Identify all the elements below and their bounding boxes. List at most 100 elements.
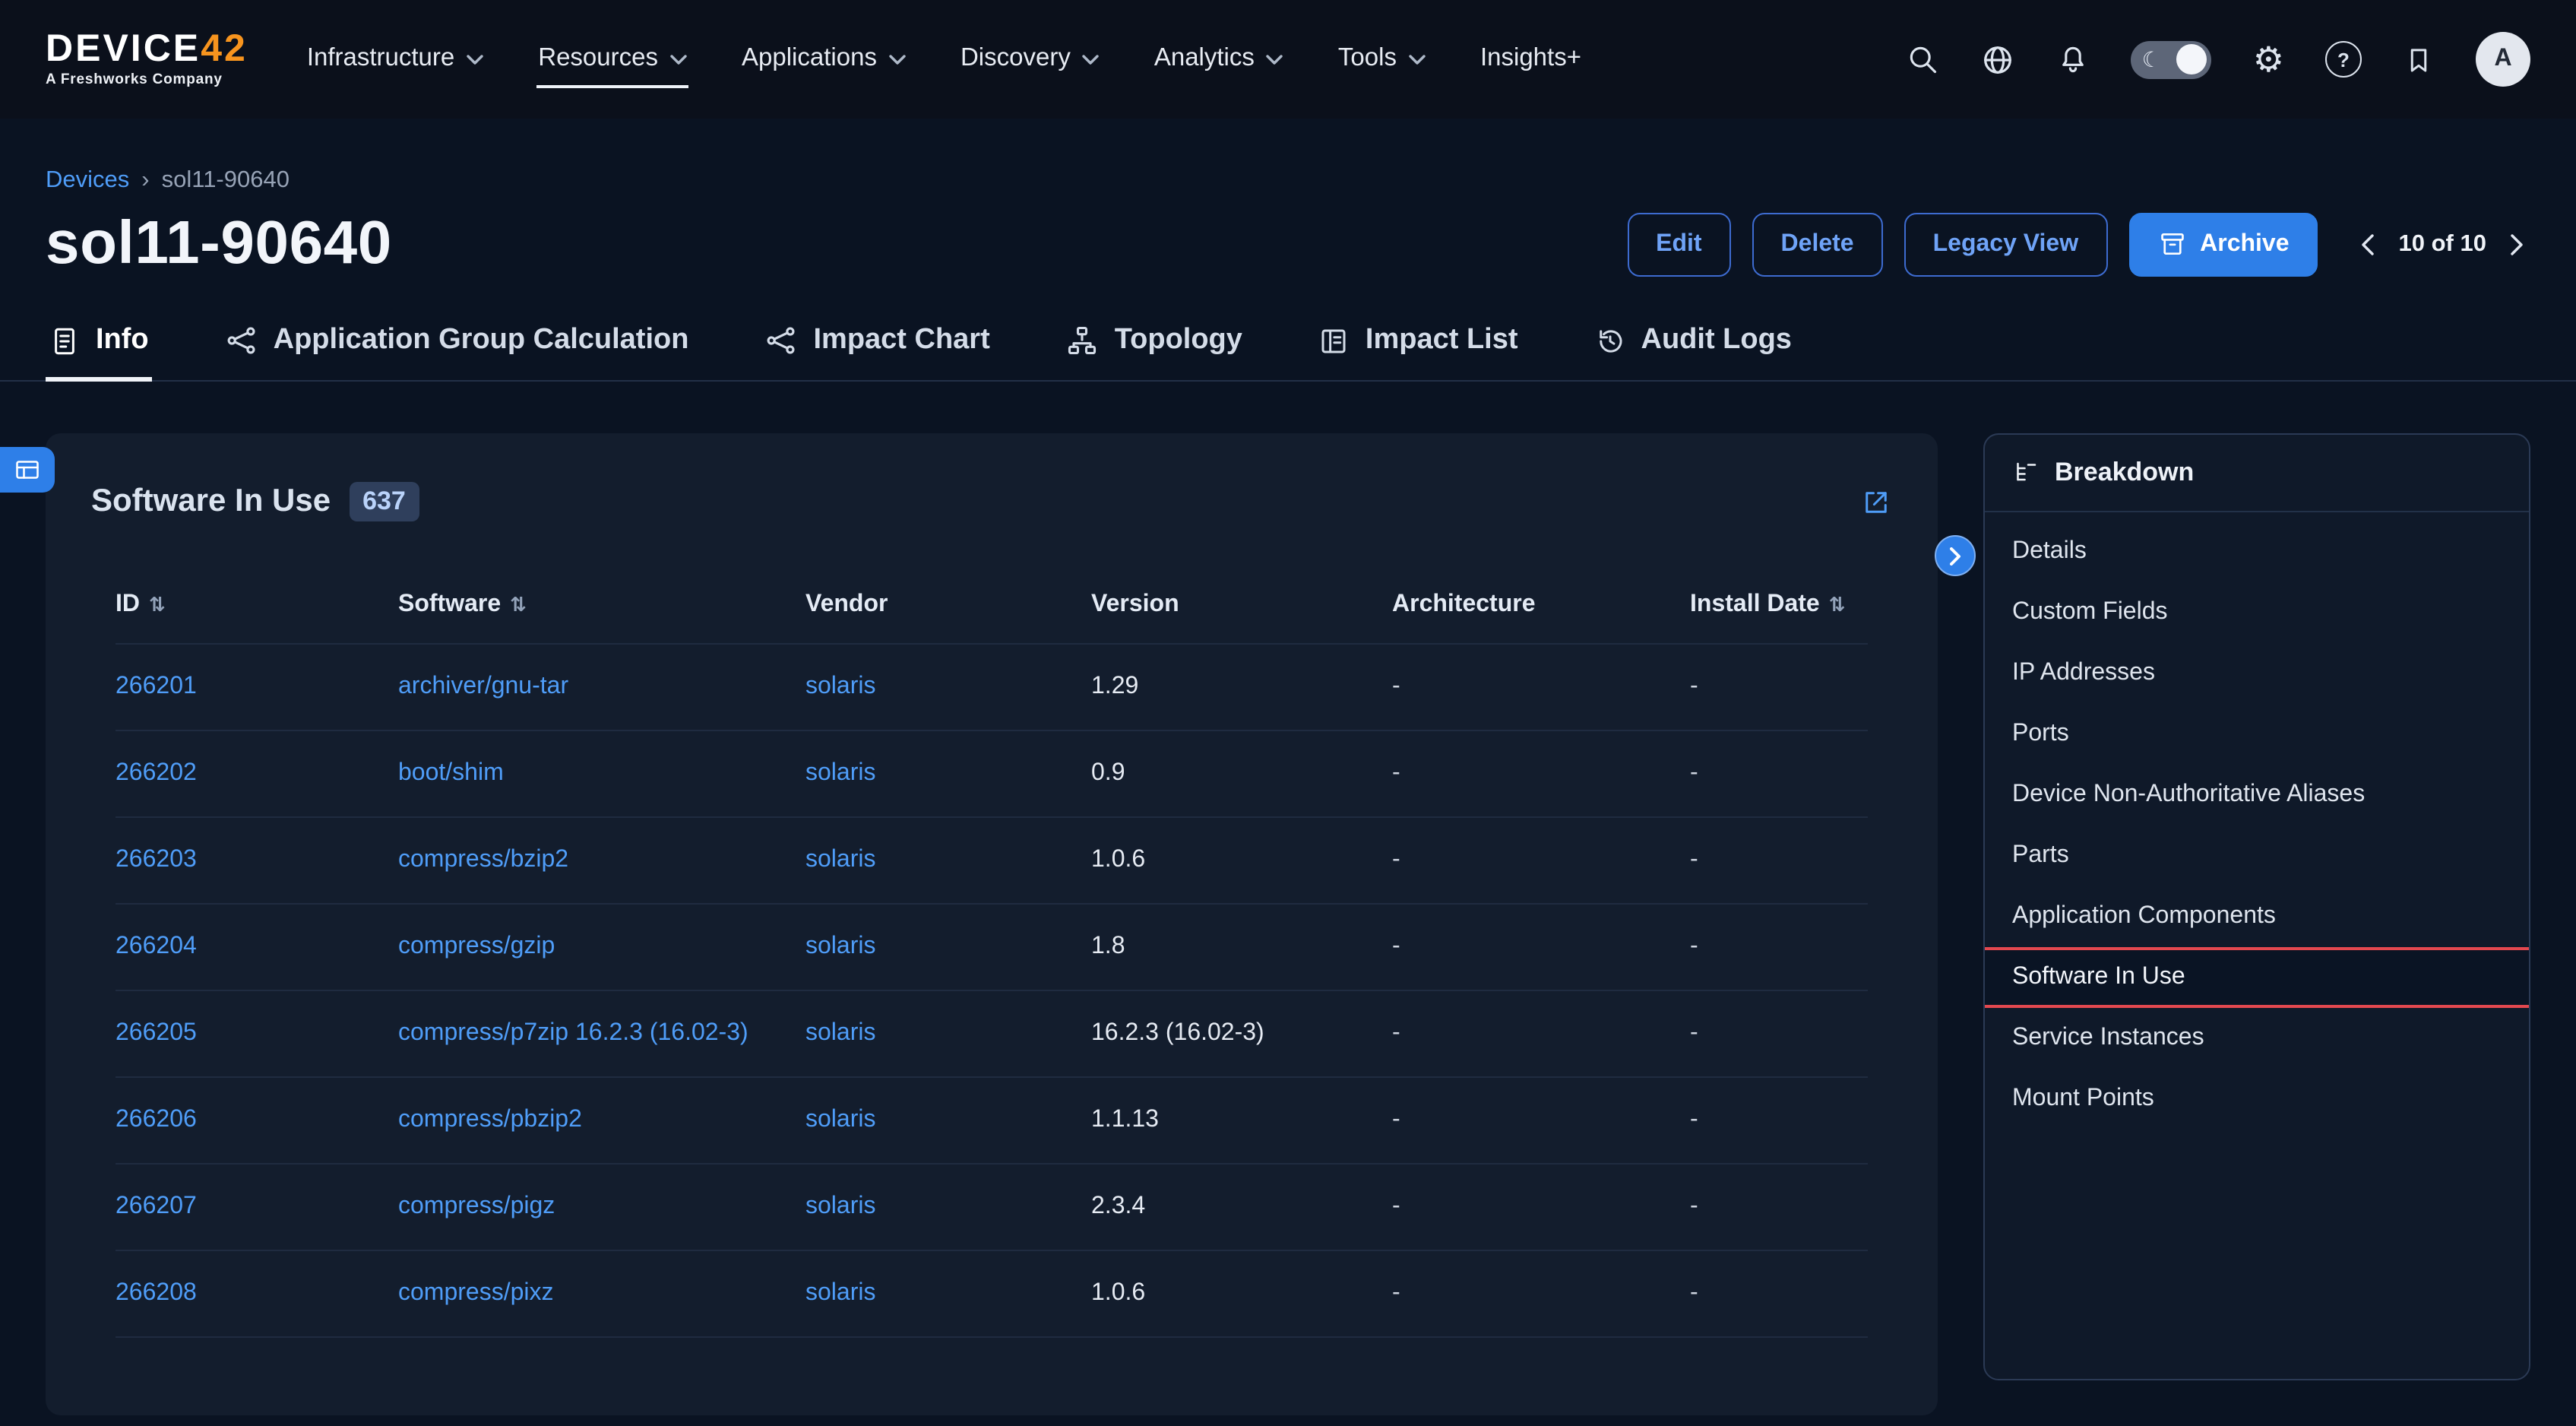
software-name-link[interactable]: archiver/gnu-tar bbox=[398, 673, 568, 699]
sidebar-item-custom-fields[interactable]: Custom Fields bbox=[1985, 582, 2529, 643]
sidebar-item-ip-addresses[interactable]: IP Addresses bbox=[1985, 643, 2529, 704]
sidebar-collapse-button[interactable] bbox=[1935, 535, 1976, 576]
moon-icon: ☾ bbox=[2142, 49, 2161, 70]
tab-info[interactable]: Info bbox=[46, 309, 152, 382]
vendor-link[interactable]: solaris bbox=[805, 847, 875, 873]
menu-applications[interactable]: Applications bbox=[740, 31, 907, 87]
legacy-view-button[interactable]: Legacy View bbox=[1904, 212, 2108, 276]
settings-gear-icon[interactable]: ⚙ bbox=[2253, 42, 2284, 77]
brand-suffix: 42 bbox=[201, 28, 248, 71]
software-table: ID⇅ Software⇅ Vendor Version Architectur… bbox=[116, 567, 1868, 1336]
vendor-link[interactable]: solaris bbox=[805, 1020, 875, 1046]
menu-infrastructure[interactable]: Infrastructure bbox=[305, 31, 485, 87]
software-name-link[interactable]: compress/bzip2 bbox=[398, 847, 568, 873]
table-row: 266205 compress/p7zip 16.2.3 (16.02-3) s… bbox=[116, 990, 1868, 1076]
sidebar-item-ports[interactable]: Ports bbox=[1985, 704, 2529, 765]
notifications-bell-icon[interactable] bbox=[2057, 43, 2090, 76]
column-header-id[interactable]: ID⇅ bbox=[116, 591, 398, 619]
table-row: 266204 compress/gzip solaris 1.8 - - bbox=[116, 903, 1868, 990]
sidebar-item-device-non-authoritative-aliases[interactable]: Device Non-Authoritative Aliases bbox=[1985, 765, 2529, 825]
breadcrumb-devices-link[interactable]: Devices bbox=[46, 167, 129, 195]
column-header-install-date[interactable]: Install Date⇅ bbox=[1690, 591, 1868, 619]
sidebar-item-parts[interactable]: Parts bbox=[1985, 825, 2529, 886]
software-id-link[interactable]: 266206 bbox=[116, 1107, 197, 1133]
version-cell: 1.0.6 bbox=[1091, 847, 1392, 874]
tab-application-group-calculation[interactable]: Application Group Calculation bbox=[222, 309, 692, 382]
vendor-link[interactable]: solaris bbox=[805, 1280, 875, 1306]
user-avatar[interactable]: A bbox=[2476, 32, 2530, 87]
software-id-link[interactable]: 266208 bbox=[116, 1280, 197, 1306]
sidebar-item-software-in-use[interactable]: Software In Use bbox=[1983, 947, 2530, 1008]
menu-discovery[interactable]: Discovery bbox=[959, 31, 1101, 87]
menu-analytics[interactable]: Analytics bbox=[1153, 31, 1285, 87]
table-row: 266207 compress/pigz solaris 2.3.4 - - bbox=[116, 1163, 1868, 1250]
software-id-link[interactable]: 266202 bbox=[116, 760, 197, 786]
brand-name: DEVICE bbox=[46, 28, 201, 71]
edit-button[interactable]: Edit bbox=[1627, 212, 1730, 276]
help-icon[interactable]: ? bbox=[2325, 41, 2362, 78]
next-record-button[interactable] bbox=[2505, 227, 2530, 261]
globe-icon[interactable] bbox=[1981, 42, 2016, 77]
vendor-link[interactable]: solaris bbox=[805, 760, 875, 786]
architecture-cell: - bbox=[1392, 1280, 1690, 1307]
menu-tools[interactable]: Tools bbox=[1337, 31, 1427, 87]
software-name-link[interactable]: compress/p7zip 16.2.3 (16.02-3) bbox=[398, 1020, 748, 1046]
software-id-link[interactable]: 266204 bbox=[116, 933, 197, 959]
menu-resources[interactable]: Resources bbox=[536, 31, 688, 87]
sidebar-item-details[interactable]: Details bbox=[1985, 521, 2529, 582]
side-panel-toggle[interactable] bbox=[0, 447, 55, 493]
software-id-link[interactable]: 266203 bbox=[116, 847, 197, 873]
table-header-row: ID⇅ Software⇅ Vendor Version Architectur… bbox=[116, 567, 1868, 643]
application-group-icon bbox=[225, 324, 258, 357]
architecture-cell: - bbox=[1392, 1020, 1690, 1047]
page-header: sol11-90640 Edit Delete Legacy View Arch… bbox=[0, 195, 2576, 278]
architecture-cell: - bbox=[1392, 933, 1690, 961]
software-name-link[interactable]: compress/pixz bbox=[398, 1280, 554, 1306]
history-icon bbox=[1594, 325, 1626, 356]
install-date-cell: - bbox=[1690, 933, 1868, 961]
breakdown-sidebar: Breakdown Details Custom Fields IP Addre… bbox=[1983, 433, 2530, 1380]
tab-topology[interactable]: Topology bbox=[1063, 309, 1245, 382]
column-header-software[interactable]: Software⇅ bbox=[398, 591, 805, 619]
vendor-link[interactable]: solaris bbox=[805, 933, 875, 959]
record-pager: 10 of 10 bbox=[2355, 227, 2530, 261]
column-header-architecture[interactable]: Architecture bbox=[1392, 591, 1690, 619]
software-id-link[interactable]: 266205 bbox=[116, 1020, 197, 1046]
vendor-link[interactable]: solaris bbox=[805, 1193, 875, 1219]
install-date-cell: - bbox=[1690, 1193, 1868, 1221]
bookmark-icon[interactable] bbox=[2403, 43, 2435, 75]
tab-impact-list[interactable]: Impact List bbox=[1315, 309, 1521, 382]
external-link-icon[interactable] bbox=[1860, 486, 1892, 518]
software-id-link[interactable]: 266207 bbox=[116, 1193, 197, 1219]
tab-impact-chart[interactable]: Impact Chart bbox=[761, 309, 992, 382]
software-name-link[interactable]: compress/pbzip2 bbox=[398, 1107, 582, 1133]
install-date-cell: - bbox=[1690, 1020, 1868, 1047]
menu-insights[interactable]: Insights+ bbox=[1479, 31, 1583, 87]
column-header-version[interactable]: Version bbox=[1091, 591, 1392, 619]
sort-icon: ⇅ bbox=[510, 594, 527, 616]
vendor-link[interactable]: solaris bbox=[805, 1107, 875, 1133]
previous-record-button[interactable] bbox=[2355, 227, 2381, 261]
chevron-down-icon bbox=[1083, 54, 1100, 65]
vendor-link[interactable]: solaris bbox=[805, 673, 875, 699]
sidebar-item-application-components[interactable]: Application Components bbox=[1985, 886, 2529, 947]
device42-logo[interactable]: DEVICE42 A Freshworks Company bbox=[46, 31, 248, 88]
sort-icon: ⇅ bbox=[149, 594, 166, 616]
list-tree-icon bbox=[2012, 459, 2040, 486]
software-name-link[interactable]: compress/gzip bbox=[398, 933, 555, 959]
theme-toggle[interactable]: ☾ bbox=[2131, 40, 2212, 78]
column-header-vendor[interactable]: Vendor bbox=[805, 591, 1091, 619]
sidebar-item-service-instances[interactable]: Service Instances bbox=[1985, 1008, 2529, 1069]
software-id-link[interactable]: 266201 bbox=[116, 673, 197, 699]
tab-audit-logs[interactable]: Audit Logs bbox=[1591, 309, 1795, 382]
delete-button[interactable]: Delete bbox=[1752, 212, 1883, 276]
search-icon[interactable] bbox=[1907, 43, 1940, 76]
software-name-link[interactable]: compress/pigz bbox=[398, 1193, 555, 1219]
topology-icon bbox=[1066, 324, 1100, 357]
version-cell: 16.2.3 (16.02-3) bbox=[1091, 1020, 1392, 1047]
sidebar-item-mount-points[interactable]: Mount Points bbox=[1985, 1069, 2529, 1130]
archive-button[interactable]: Archive bbox=[2128, 212, 2318, 276]
architecture-cell: - bbox=[1392, 673, 1690, 701]
software-name-link[interactable]: boot/shim bbox=[398, 760, 504, 786]
table-row: 266201 archiver/gnu-tar solaris 1.29 - - bbox=[116, 643, 1868, 730]
